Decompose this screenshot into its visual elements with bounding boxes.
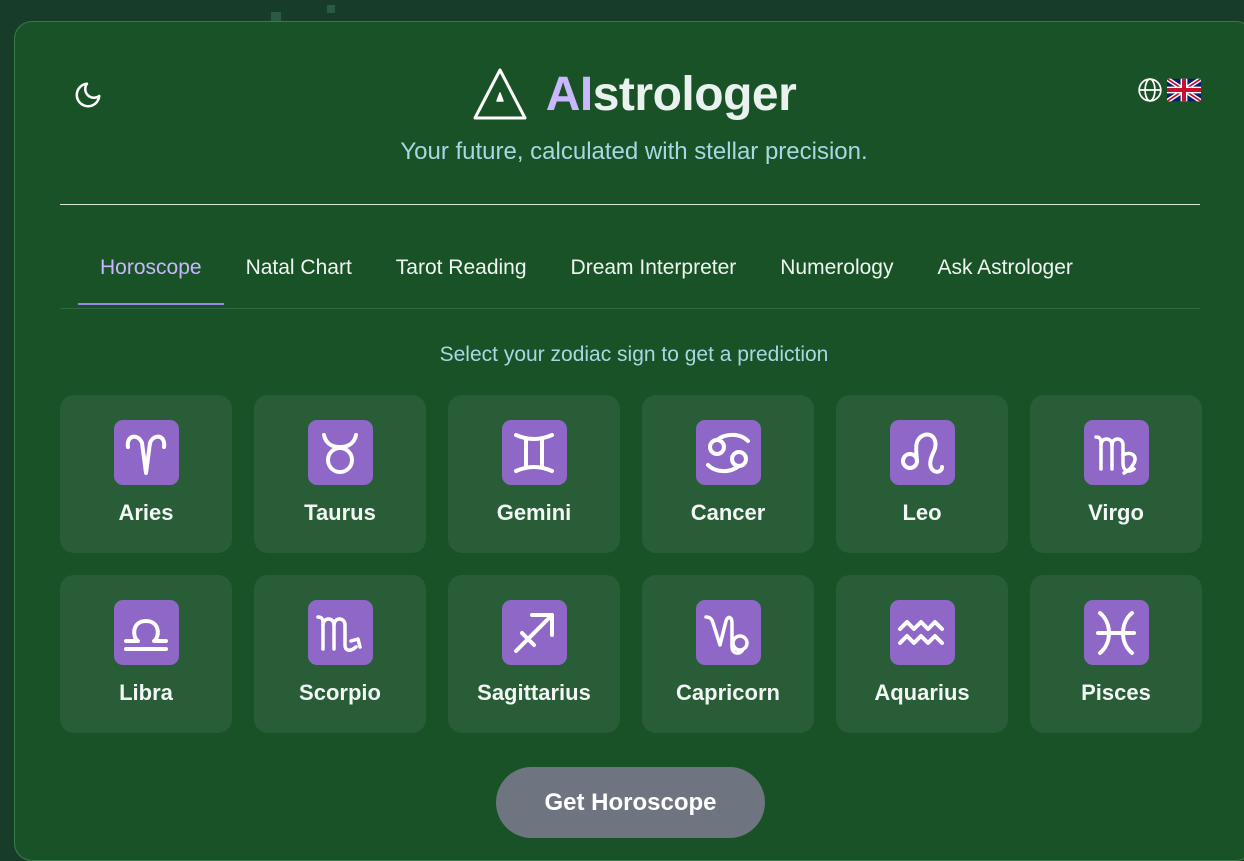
logo-triangle-icon <box>473 68 527 120</box>
zodiac-name: Capricorn <box>676 680 780 705</box>
aquarius-icon <box>889 600 955 665</box>
zodiac-card-taurus[interactable]: Taurus <box>254 395 426 553</box>
zodiac-card-scorpio[interactable]: Scorpio <box>254 575 426 733</box>
zodiac-name: Aries <box>118 500 174 525</box>
zodiac-card-capricorn[interactable]: Capricorn <box>642 575 814 733</box>
tab-dream-interpreter[interactable]: Dream Interpreter <box>549 242 759 305</box>
tagline: Your future, calculated with stellar pre… <box>400 138 868 165</box>
gemini-icon <box>501 420 567 485</box>
brand-header: AIstrologer <box>15 66 1244 122</box>
zodiac-card-aquarius[interactable]: Aquarius <box>836 575 1008 733</box>
zodiac-name: Scorpio <box>299 680 381 705</box>
main-card: AIstrologer Your future, calculated with… <box>14 21 1244 861</box>
zodiac-name: Pisces <box>1081 680 1151 705</box>
tab-tarot-reading[interactable]: Tarot Reading <box>374 242 549 305</box>
tab-bar: Horoscope Natal Chart Tarot Reading Drea… <box>60 242 1200 309</box>
zodiac-card-aries[interactable]: Aries <box>60 395 232 553</box>
zodiac-name: Aquarius <box>874 680 970 705</box>
zodiac-card-leo[interactable]: Leo <box>836 395 1008 553</box>
tab-natal-chart[interactable]: Natal Chart <box>224 242 374 305</box>
zodiac-name: Gemini <box>496 500 572 525</box>
tab-ask-astrologer[interactable]: Ask Astrologer <box>915 242 1094 305</box>
libra-icon <box>113 600 179 665</box>
cancer-icon <box>695 420 761 485</box>
zodiac-card-gemini[interactable]: Gemini <box>448 395 620 553</box>
tab-horoscope[interactable]: Horoscope <box>78 242 224 305</box>
taurus-icon <box>307 420 373 485</box>
app-title-rest: strologer <box>592 67 797 121</box>
tab-numerology[interactable]: Numerology <box>758 242 915 305</box>
pisces-icon <box>1083 600 1149 665</box>
zodiac-card-libra[interactable]: Libra <box>60 575 232 733</box>
aries-icon <box>113 420 179 485</box>
zodiac-name: Virgo <box>1088 500 1144 525</box>
zodiac-grid: Aries Taurus Gemini Cancer Leo Virgo Lib… <box>60 395 1202 733</box>
zodiac-card-cancer[interactable]: Cancer <box>642 395 814 553</box>
header-divider <box>60 204 1200 205</box>
capricorn-icon <box>695 600 761 665</box>
virgo-icon <box>1083 420 1149 485</box>
zodiac-name: Taurus <box>304 500 376 525</box>
app-title: AIstrologer <box>546 67 797 122</box>
zodiac-name: Sagittarius <box>477 680 591 705</box>
leo-icon <box>889 420 955 485</box>
get-horoscope-button[interactable]: Get Horoscope <box>496 767 765 838</box>
scorpio-icon <box>307 600 373 665</box>
sagittarius-icon <box>501 600 567 665</box>
app-title-ai: AI <box>545 67 594 121</box>
zodiac-card-virgo[interactable]: Virgo <box>1030 395 1202 553</box>
zodiac-name: Leo <box>902 500 942 525</box>
zodiac-card-pisces[interactable]: Pisces <box>1030 575 1202 733</box>
zodiac-name: Libra <box>119 680 173 705</box>
zodiac-prompt: Select your zodiac sign to get a predict… <box>439 343 829 366</box>
zodiac-name: Cancer <box>690 500 766 525</box>
zodiac-card-sagittarius[interactable]: Sagittarius <box>448 575 620 733</box>
